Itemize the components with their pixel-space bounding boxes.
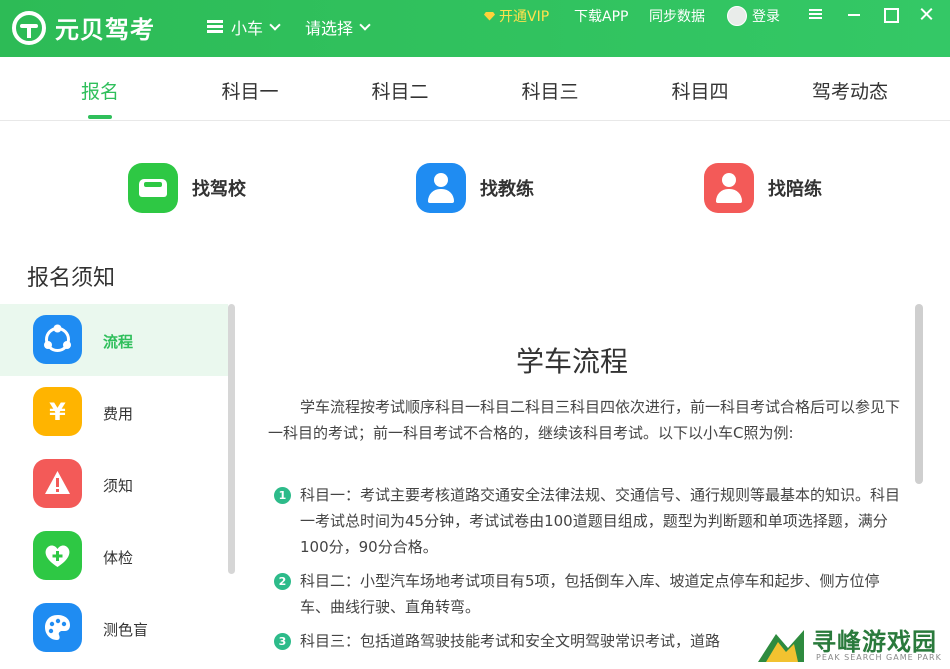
find-coach-label: 找教练 [480, 179, 534, 200]
login-label: 登录 [752, 9, 780, 25]
watermark: 寻峰游戏园 PEAK SEARCH GAME PARK [758, 620, 950, 669]
app-window: 元贝驾考 小车 请选择 开通VIP 下载APP 同步数据 登录 报名 科目一 科… [0, 0, 950, 669]
login-button[interactable]: 登录 [727, 6, 780, 26]
vip-button[interactable]: 开通VIP [484, 6, 549, 26]
steering-wheel-icon [12, 10, 46, 45]
maximize-icon[interactable] [882, 6, 899, 23]
section-title: 报名须知 [27, 266, 116, 291]
watermark-text: 寻峰游戏园 [812, 628, 937, 656]
heart-plus-icon [33, 531, 82, 580]
tab-subject-one[interactable]: 科目一 [195, 77, 305, 104]
warning-icon [33, 459, 82, 508]
chevron-down-icon [269, 18, 281, 31]
sidebar-item-physical-exam[interactable]: 体检 [0, 520, 228, 592]
menu-icon[interactable] [808, 6, 824, 22]
find-school-label: 找驾校 [192, 179, 246, 200]
step-number: 3 [274, 633, 291, 650]
list-item: 1 科目一：考试主要考核道路交通安全法律法规、交通信号、通行规则等最基本的知识。… [272, 482, 902, 560]
find-trainer-button[interactable]: 找陪练 [704, 163, 822, 213]
avatar [727, 6, 747, 26]
content-scrollbar[interactable] [915, 304, 923, 484]
region-label: 请选择 [305, 19, 354, 38]
sync-data-label: 同步数据 [649, 9, 705, 25]
tab-signup[interactable]: 报名 [45, 77, 155, 104]
yen-icon: ¥ [33, 387, 82, 436]
app-logo[interactable]: 元贝驾考 [12, 10, 155, 45]
find-school-button[interactable]: 找驾校 [128, 163, 246, 213]
step-number: 2 [274, 573, 291, 590]
step-text: 科目一：考试主要考核道路交通安全法律法规、交通信号、通行规则等最基本的知识。科目… [300, 486, 901, 556]
sidebar-item-label: 流程 [103, 333, 134, 351]
sidebar-item-notice[interactable]: 须知 [0, 448, 228, 520]
step-text: 科目三：包括道路驾驶技能考试和安全文明驾驶常识考试，道路 [300, 632, 721, 650]
content-title: 学车流程 [515, 345, 628, 378]
coach-icon [416, 163, 466, 213]
vip-label: 开通VIP [499, 9, 550, 25]
find-trainer-label: 找陪练 [768, 179, 822, 200]
car-icon [128, 163, 178, 213]
vehicle-type-dropdown[interactable]: 小车 [207, 15, 281, 39]
close-icon[interactable] [918, 6, 934, 22]
chevron-down-icon [359, 18, 371, 31]
title-bar: 元贝驾考 小车 请选择 开通VIP 下载APP 同步数据 登录 [0, 0, 950, 57]
sidebar-scrollbar[interactable] [228, 304, 235, 574]
palette-icon [33, 603, 82, 652]
sidebar-item-label: 费用 [103, 405, 134, 423]
list-icon [207, 20, 223, 34]
sidebar-item-fees[interactable]: ¥ 费用 [0, 376, 228, 448]
sidebar-item-color-blind-test[interactable]: 测色盲 [0, 592, 228, 664]
diamond-icon [484, 11, 495, 21]
app-name: 元贝驾考 [55, 16, 155, 44]
find-coach-button[interactable]: 找教练 [416, 163, 534, 213]
sidebar-item-process[interactable]: 流程 [0, 304, 228, 376]
region-dropdown[interactable]: 请选择 [305, 15, 371, 39]
tab-subject-four[interactable]: 科目四 [645, 77, 755, 104]
watermark-subtext: PEAK SEARCH GAME PARK [816, 653, 942, 662]
share-nodes-icon [33, 315, 82, 364]
step-number: 1 [274, 487, 291, 504]
signup-sidebar: 流程 ¥ 费用 须知 体检 测色盲 [0, 304, 228, 669]
sidebar-item-label: 体检 [103, 549, 134, 567]
list-item: 2 科目二：小型汽车场地考试项目有5项，包括倒车入库、坡道定点停车和起步、侧方位… [272, 568, 902, 620]
content-panel: 学车流程 学车流程按考试顺序科目一科目二科目三科目四依次进行，前一科目考试合格后… [236, 304, 916, 669]
active-tab-indicator [88, 115, 112, 119]
sync-data-link[interactable]: 同步数据 [649, 6, 705, 26]
sidebar-item-label: 须知 [103, 477, 134, 495]
trainer-icon [704, 163, 754, 213]
step-text: 科目二：小型汽车场地考试项目有5项，包括倒车入库、坡道定点停车和起步、侧方位停车… [300, 572, 880, 616]
vehicle-type-label: 小车 [231, 19, 264, 38]
sidebar-item-label: 测色盲 [103, 621, 149, 639]
tab-driving-news[interactable]: 驾考动态 [795, 77, 905, 104]
intro-paragraph: 学车流程按考试顺序科目一科目二科目三科目四依次进行，前一科目考试合格后可以参见下… [268, 398, 901, 442]
minimize-icon[interactable] [846, 6, 862, 22]
download-app-link[interactable]: 下载APP [574, 6, 628, 26]
download-app-label: 下载APP [574, 9, 629, 25]
tab-subject-three[interactable]: 科目三 [495, 77, 605, 104]
watermark-logo [758, 630, 804, 662]
main-tabs: 报名 科目一 科目二 科目三 科目四 驾考动态 [0, 57, 950, 121]
tab-subject-two[interactable]: 科目二 [345, 77, 455, 104]
